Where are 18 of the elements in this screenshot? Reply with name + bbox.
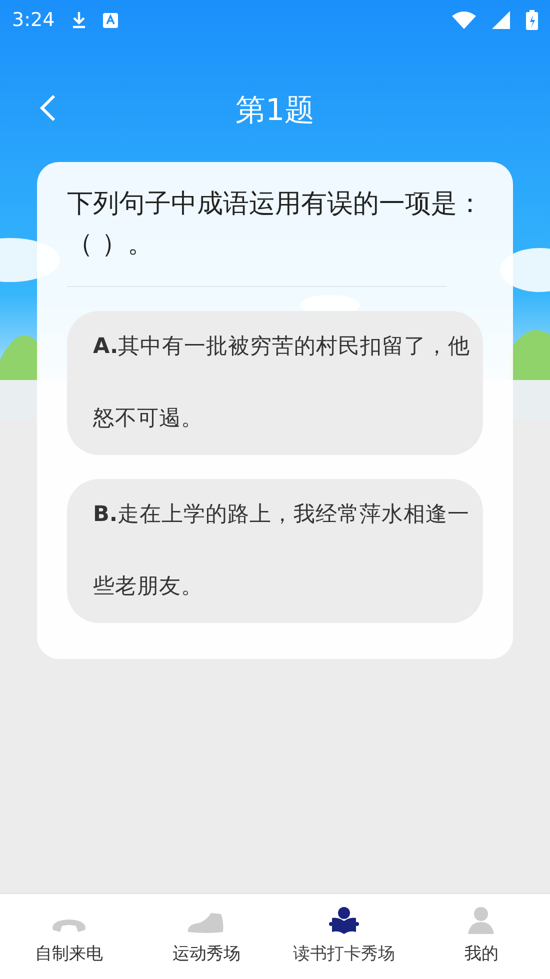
answer-option[interactable]: B.走在上学的路上，我经常萍水相逢一些老朋友。	[67, 479, 483, 623]
wifi-icon	[452, 11, 476, 29]
nav-tab[interactable]: 我的	[412, 894, 550, 979]
battery-icon	[526, 10, 538, 30]
nav-tab[interactable]: 自制来电	[0, 894, 138, 979]
download-icon	[70, 11, 87, 29]
signal-icon	[492, 11, 510, 29]
status-time: 3:24	[12, 8, 55, 33]
question-text: 下列句子中成语运用有误的一项是：（ ）。	[67, 188, 483, 261]
nav-tab[interactable]: 读书打卡秀场	[275, 894, 412, 979]
back-button[interactable]	[38, 93, 58, 123]
answer-option[interactable]: A.其中有一批被穷苦的村民扣留了，他怒不可遏。	[67, 311, 483, 455]
phone-icon	[50, 918, 87, 934]
book-reader-icon	[328, 906, 359, 934]
person-icon	[466, 906, 496, 934]
nav-tab[interactable]: 运动秀场	[138, 894, 275, 979]
shoe-icon	[187, 912, 226, 934]
page-title: 第1题	[235, 92, 315, 130]
